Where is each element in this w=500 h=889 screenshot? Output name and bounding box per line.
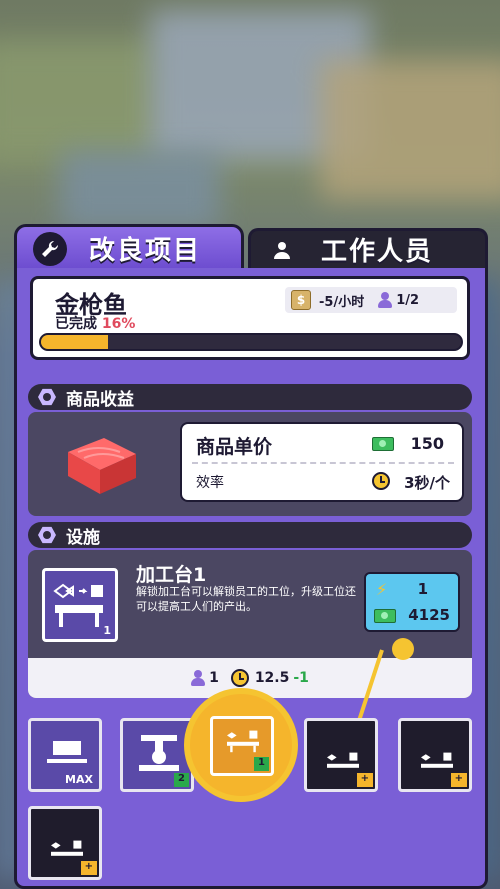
person-icon: [378, 292, 393, 308]
section-title-facility: 设施: [66, 527, 100, 548]
hex-bullet-icon: [38, 388, 56, 406]
tab-improvements[interactable]: 改良项目: [14, 224, 244, 270]
station-tile-locked[interactable]: +: [398, 718, 472, 792]
hex-bullet-icon: [38, 526, 56, 544]
clock-icon: [372, 472, 390, 490]
product-card: 金枪鱼 已完成 16% $ -5/小时 1/2: [30, 276, 470, 360]
section-header-goods: 商品收益: [28, 384, 472, 410]
facility-description: 解锁加工台可以解锁员工的工位，升级工位还可以提高工人们的产出。: [136, 585, 356, 613]
coin-icon: $: [291, 290, 311, 310]
section-title-goods: 商品收益: [66, 389, 134, 410]
section-header-facility: 设施: [28, 522, 472, 548]
unit-price-value: 150: [410, 434, 444, 453]
tab-staff-label: 工作人员: [321, 237, 434, 267]
fish-workbench-icon: [421, 752, 453, 768]
wrench-icon: [33, 231, 67, 266]
clock-icon: [230, 669, 249, 687]
income-rate: -5/小时: [319, 294, 365, 310]
footer-time-delta: -1: [293, 670, 309, 686]
fish-workbench-icon: [327, 752, 359, 768]
add-station-badge: +: [356, 773, 373, 787]
completion-progress-bar: [39, 333, 463, 351]
station-tile-locked[interactable]: +: [28, 806, 102, 880]
station-tile-selected[interactable]: 1: [210, 716, 274, 776]
workbench-thumbnail: 1: [42, 568, 118, 642]
completed-label: 已完成: [55, 316, 97, 332]
tab-staff[interactable]: 工作人员: [248, 228, 488, 268]
station-badge: MAX: [65, 773, 93, 786]
divider: [192, 462, 454, 464]
staff-count: 1/2: [396, 292, 420, 308]
stats-pill: $ -5/小时 1/2: [285, 287, 457, 313]
processing-machine-icon: [139, 735, 179, 771]
upgrade-level: 1: [417, 580, 428, 598]
fish-workbench-icon: [51, 840, 83, 856]
add-station-badge: +: [80, 861, 97, 875]
connector-dot: [392, 638, 414, 660]
completion-status: 已完成 16%: [55, 313, 135, 333]
completed-percent: 16%: [101, 316, 136, 332]
progress-fill: [41, 335, 109, 349]
bolt-icon: ⚡: [376, 580, 388, 599]
cash-icon: [372, 437, 394, 451]
tuna-block-icon: [68, 438, 136, 494]
fish-workbench-icon: [227, 730, 259, 753]
price-box: 商品单价 150 效率 3秒/个: [180, 422, 464, 502]
person-icon: [265, 233, 299, 267]
tab-improvements-label: 改良项目: [89, 236, 202, 266]
upgrade-cost: 4125: [408, 606, 450, 624]
add-station-badge: +: [450, 773, 467, 787]
unit-price-label: 商品单价: [196, 436, 273, 458]
footer-time: 12.5: [254, 670, 290, 686]
workbench-level: 1: [103, 624, 111, 637]
monitor-desk-icon: [47, 741, 87, 763]
efficiency-value: 3秒/个: [404, 474, 450, 492]
facility-name: 加工台1: [136, 564, 207, 586]
station-tile-machine[interactable]: 2: [120, 718, 194, 792]
station-tile-max[interactable]: MAX: [28, 718, 102, 792]
cash-icon: [374, 609, 396, 623]
efficiency-label: 效率: [196, 475, 224, 491]
goods-card: 商品单价 150 效率 3秒/个: [28, 412, 472, 516]
upgrade-button[interactable]: ⚡ 1 4125: [364, 572, 460, 632]
facility-card: 1 加工台1 解锁加工台可以解锁员工的工位，升级工位还可以提高工人们的产出。 ⚡…: [28, 550, 472, 698]
station-badge: 2: [174, 773, 189, 787]
footer-staff: 1: [209, 670, 219, 686]
station-tile-locked[interactable]: +: [304, 718, 378, 792]
person-icon: [191, 670, 206, 686]
station-badge: 1: [254, 757, 269, 771]
